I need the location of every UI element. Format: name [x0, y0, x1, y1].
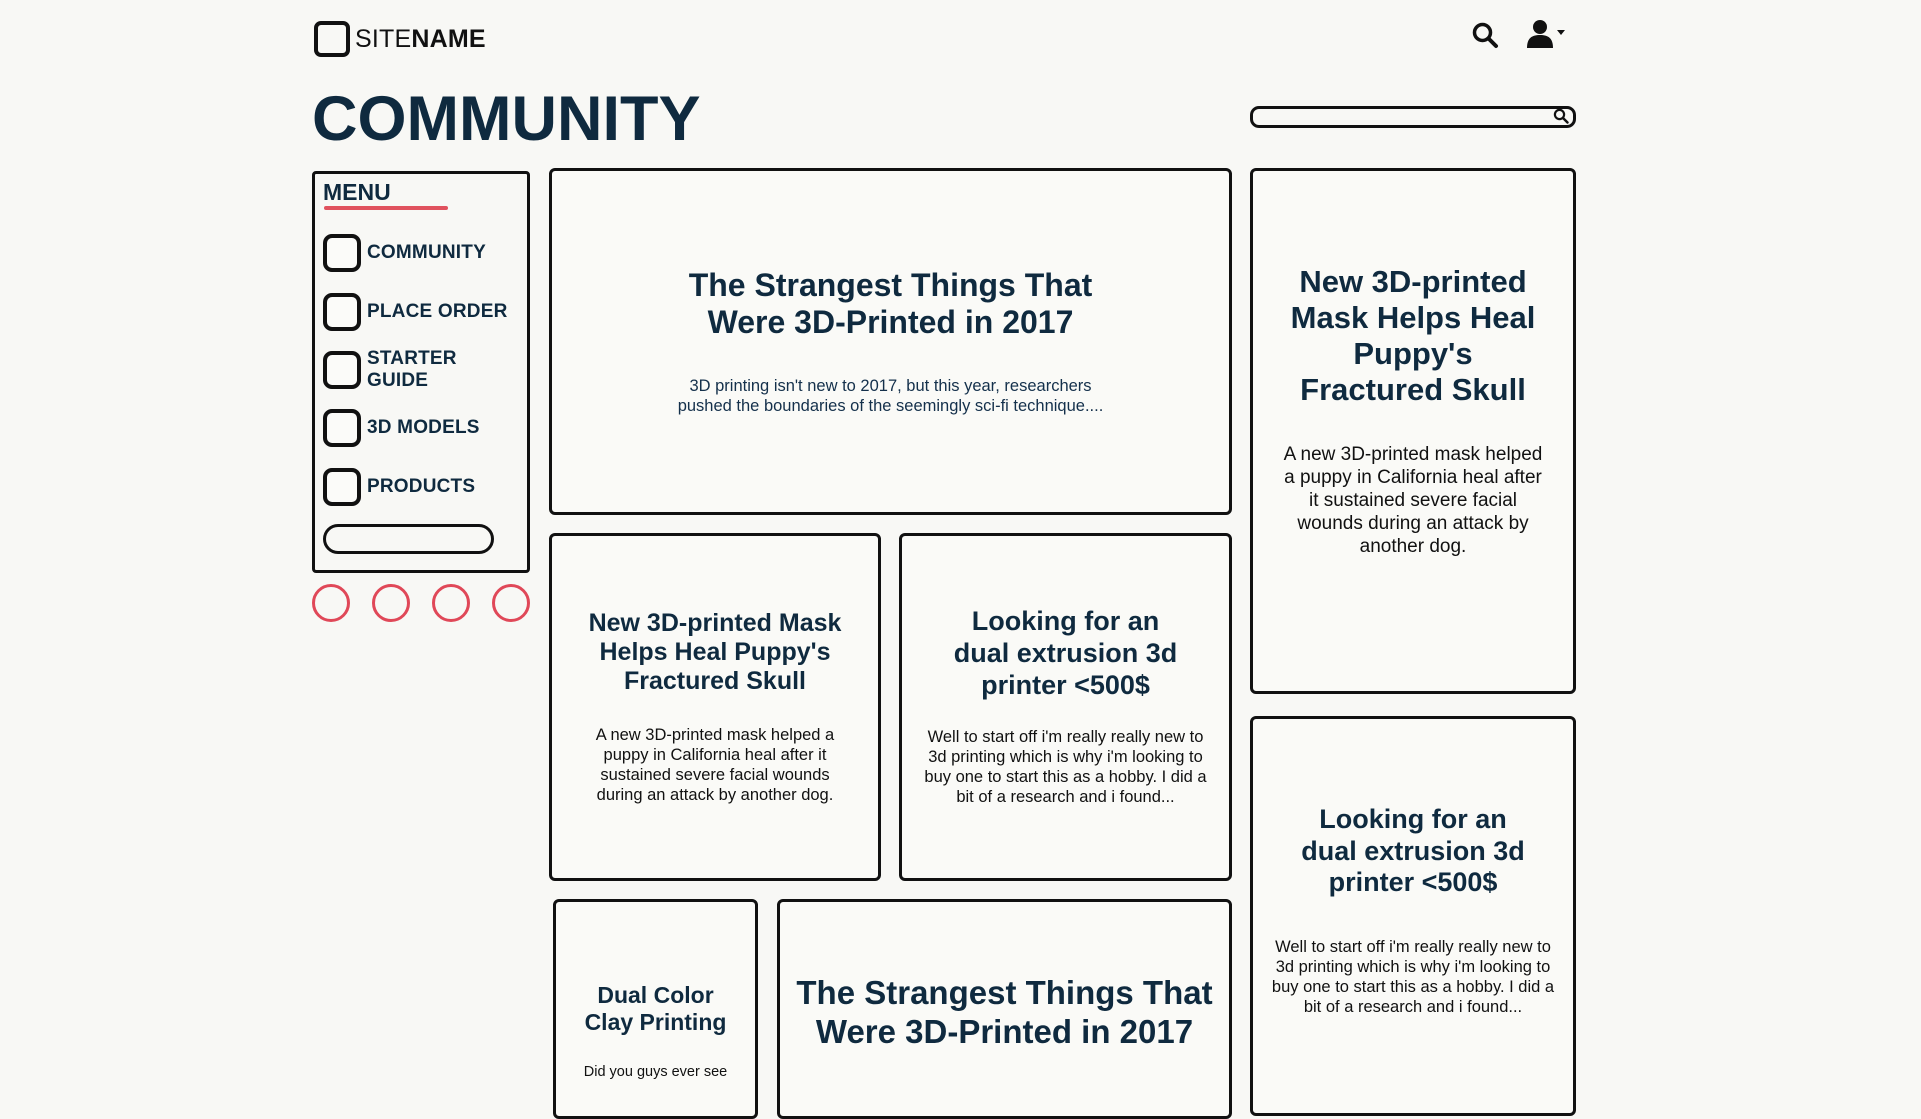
article-card[interactable]: New 3D-printed Mask Helps Heal Puppy's F… [549, 533, 881, 881]
sidebar-item-label: STARTER GUIDE [367, 348, 457, 391]
sidebar-item-starter-guide[interactable]: STARTER GUIDE [323, 346, 528, 394]
place-order-icon [323, 293, 361, 331]
sidebar-item-label: PRODUCTS [367, 476, 476, 497]
menu-title: MENU [323, 179, 391, 205]
sidebar-item-label: 3D MODELS [367, 417, 480, 438]
search-input[interactable] [1250, 106, 1576, 128]
article-card[interactable]: Dual Color Clay Printing Did you guys ev… [553, 899, 758, 1119]
pagination-dot-2[interactable] [372, 584, 410, 622]
sidebar-item-3d-models[interactable]: 3D MODELS [323, 404, 528, 452]
article-card[interactable]: The Strangest Things That Were 3D-Printe… [549, 168, 1232, 515]
card-title: New 3D-printed Mask Helps Heal Puppy's F… [1290, 263, 1536, 408]
card-title: Dual Color Clay Printing [584, 982, 727, 1035]
card-excerpt: Well to start off i'm really really new … [924, 728, 1207, 807]
pagination-dot-1[interactable] [312, 584, 350, 622]
article-card[interactable]: New 3D-printed Mask Helps Heal Puppy's F… [1250, 168, 1576, 694]
sidebar-item-products[interactable]: PRODUCTS [323, 463, 528, 511]
card-title: The Strangest Things That Were 3D-Printe… [688, 266, 1093, 341]
user-icon[interactable] [1526, 18, 1568, 50]
search-icon[interactable] [1553, 108, 1569, 124]
sidebar-item-label: PLACE ORDER [367, 301, 508, 322]
menu-action-button[interactable] [323, 524, 494, 554]
article-card[interactable]: Looking for an dual extrusion 3d printer… [1250, 716, 1576, 1116]
3d-models-icon [323, 409, 361, 447]
site-logo[interactable]: SITENAME [355, 24, 486, 54]
article-card[interactable]: The Strangest Things That Were 3D-Printe… [777, 899, 1232, 1119]
starter-guide-icon [323, 351, 361, 389]
card-excerpt: A new 3D-printed mask helped a puppy in … [595, 725, 835, 804]
card-title: New 3D-printed Mask Helps Heal Puppy's F… [588, 608, 842, 696]
card-title: The Strangest Things That Were 3D-Printe… [796, 974, 1213, 1050]
card-excerpt: Did you guys ever see [583, 1063, 728, 1080]
logo-icon[interactable] [314, 21, 350, 57]
card-title: Looking for an dual extrusion 3d printer… [953, 606, 1178, 700]
page-title: COMMUNITY [312, 84, 701, 154]
card-excerpt: A new 3D-printed mask helped a puppy in … [1283, 443, 1543, 558]
article-card[interactable]: Looking for an dual extrusion 3d printer… [899, 533, 1232, 881]
sidebar-item-place-order[interactable]: PLACE ORDER [323, 288, 528, 336]
pagination-dot-4[interactable] [492, 584, 530, 622]
menu-title-underline [324, 206, 448, 210]
products-icon [323, 468, 361, 506]
pagination-dot-3[interactable] [432, 584, 470, 622]
sidebar-item-label: COMMUNITY [367, 242, 486, 263]
card-excerpt: 3D printing isn't new to 2017, but this … [677, 376, 1104, 415]
card-excerpt: Well to start off i'm really really new … [1271, 937, 1555, 1017]
search-icon[interactable] [1471, 21, 1499, 49]
sidebar-item-community[interactable]: COMMUNITY [323, 229, 528, 277]
card-title: Looking for an dual extrusion 3d printer… [1301, 804, 1525, 898]
community-icon [323, 234, 361, 272]
